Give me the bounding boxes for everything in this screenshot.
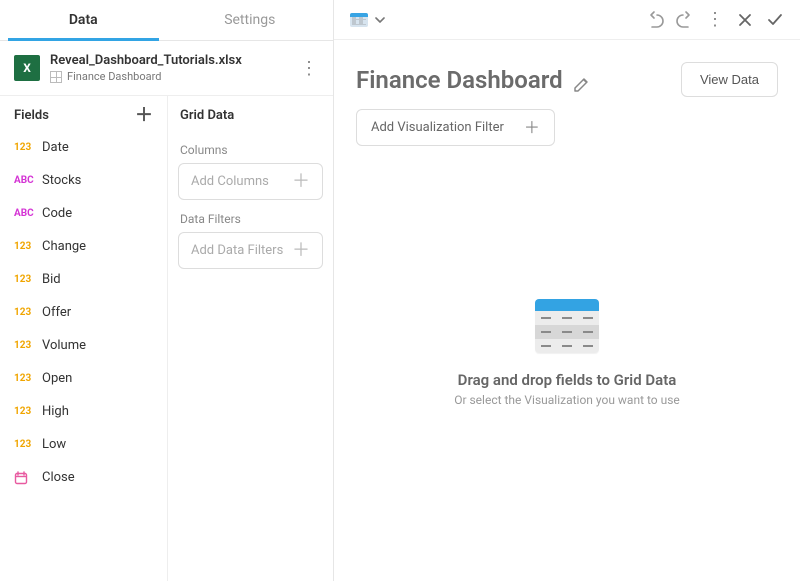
grid-data-column: Grid Data Columns Add Columns ＋ Data Fil… — [168, 96, 333, 581]
drop-subtitle: Or select the Visualization you want to … — [454, 393, 680, 407]
field-label: Date — [42, 140, 69, 155]
visualization-type-selector[interactable] — [344, 9, 392, 31]
add-visualization-filter-button[interactable]: Add Visualization Filter ＋ — [356, 109, 555, 146]
view-data-button[interactable]: View Data — [681, 62, 778, 97]
field-label: Code — [42, 206, 72, 221]
filters-placeholder: Add Data Filters — [191, 243, 283, 258]
numeric-type-icon: 123 — [14, 439, 34, 450]
canvas-drop-area[interactable]: Drag and drop fields to Grid Data Or sel… — [356, 146, 778, 559]
add-column-icon: ＋ — [292, 175, 310, 189]
text-type-icon: ABC — [14, 175, 34, 186]
top-toolbar: ⋮ — [334, 0, 800, 40]
undo-button[interactable] — [640, 5, 670, 35]
datasource-menu-button[interactable]: ⋮ — [299, 58, 319, 79]
confirm-button[interactable] — [760, 5, 790, 35]
data-filters-dropzone[interactable]: Add Data Filters ＋ — [178, 232, 323, 269]
field-label: Stocks — [42, 173, 81, 188]
grid-visualization-icon — [350, 13, 368, 27]
calendar-icon — [14, 471, 34, 485]
visualization-title-text: Finance Dashboard — [356, 66, 563, 94]
numeric-type-icon: 123 — [14, 274, 34, 285]
grid-data-heading: Grid Data — [180, 108, 234, 123]
redo-button[interactable] — [670, 5, 700, 35]
field-high[interactable]: 123 High — [0, 395, 167, 428]
field-label: Low — [42, 437, 66, 452]
field-label: Offer — [42, 305, 71, 320]
plus-icon: ＋ — [524, 121, 540, 135]
drop-title: Drag and drop fields to Grid Data — [458, 371, 677, 389]
field-label: Open — [42, 371, 72, 386]
edit-title-button[interactable] — [573, 71, 591, 89]
numeric-type-icon: 123 — [14, 241, 34, 252]
visualization-title: Finance Dashboard — [356, 66, 591, 94]
field-open[interactable]: 123 Open — [0, 362, 167, 395]
excel-icon: X — [14, 55, 40, 81]
file-name: Reveal_Dashboard_Tutorials.xlsx — [50, 53, 299, 68]
tab-settings[interactable]: Settings — [167, 0, 334, 40]
numeric-type-icon: 123 — [14, 340, 34, 351]
numeric-type-icon: 123 — [14, 142, 34, 153]
chevron-down-icon — [374, 14, 386, 26]
filter-chip-label: Add Visualization Filter — [371, 120, 504, 135]
columns-placeholder: Add Columns — [191, 174, 269, 189]
close-button[interactable] — [730, 5, 760, 35]
field-label: Volume — [42, 338, 86, 353]
field-code[interactable]: ABC Code — [0, 197, 167, 230]
field-volume[interactable]: 123 Volume — [0, 329, 167, 362]
field-bid[interactable]: 123 Bid — [0, 263, 167, 296]
text-type-icon: ABC — [14, 208, 34, 219]
sheet-name: Finance Dashboard — [67, 70, 161, 83]
add-field-button[interactable]: ＋ — [135, 109, 153, 123]
field-change[interactable]: 123 Change — [0, 230, 167, 263]
numeric-type-icon: 123 — [14, 373, 34, 384]
columns-label: Columns — [180, 143, 321, 157]
field-offer[interactable]: 123 Offer — [0, 296, 167, 329]
visualization-canvas: Finance Dashboard View Data Add Visualiz… — [334, 40, 800, 581]
field-low[interactable]: 123 Low — [0, 428, 167, 461]
grid-placeholder-icon — [535, 299, 599, 353]
field-close[interactable]: Close — [0, 461, 167, 494]
numeric-type-icon: 123 — [14, 307, 34, 318]
left-panel: Data Settings X Reveal_Dashboard_Tutoria… — [0, 0, 334, 581]
fields-heading: Fields — [14, 108, 49, 123]
fields-column: Fields ＋ 123 Date ABC Stocks ABC Code 123 Chang… — [0, 96, 168, 581]
field-stocks[interactable]: ABC Stocks — [0, 164, 167, 197]
sheet-icon — [50, 71, 62, 83]
field-label: Bid — [42, 272, 61, 287]
left-tabs: Data Settings — [0, 0, 333, 41]
field-label: High — [42, 404, 69, 419]
more-menu-button[interactable]: ⋮ — [700, 5, 730, 35]
field-label: Close — [42, 470, 75, 485]
field-label: Change — [42, 239, 86, 254]
field-list: 123DateABCStocksABCCode123Change123Bid12… — [0, 131, 167, 494]
field-date[interactable]: 123 Date — [0, 131, 167, 164]
add-filter-icon: ＋ — [292, 244, 310, 258]
datasource-row: X Reveal_Dashboard_Tutorials.xlsx Financ… — [0, 41, 333, 96]
columns-dropzone[interactable]: Add Columns ＋ — [178, 163, 323, 200]
right-panel: ⋮ Finance Dashboard View Data A — [334, 0, 800, 581]
filters-label: Data Filters — [180, 212, 321, 226]
tab-data[interactable]: Data — [0, 0, 167, 40]
numeric-type-icon: 123 — [14, 406, 34, 417]
